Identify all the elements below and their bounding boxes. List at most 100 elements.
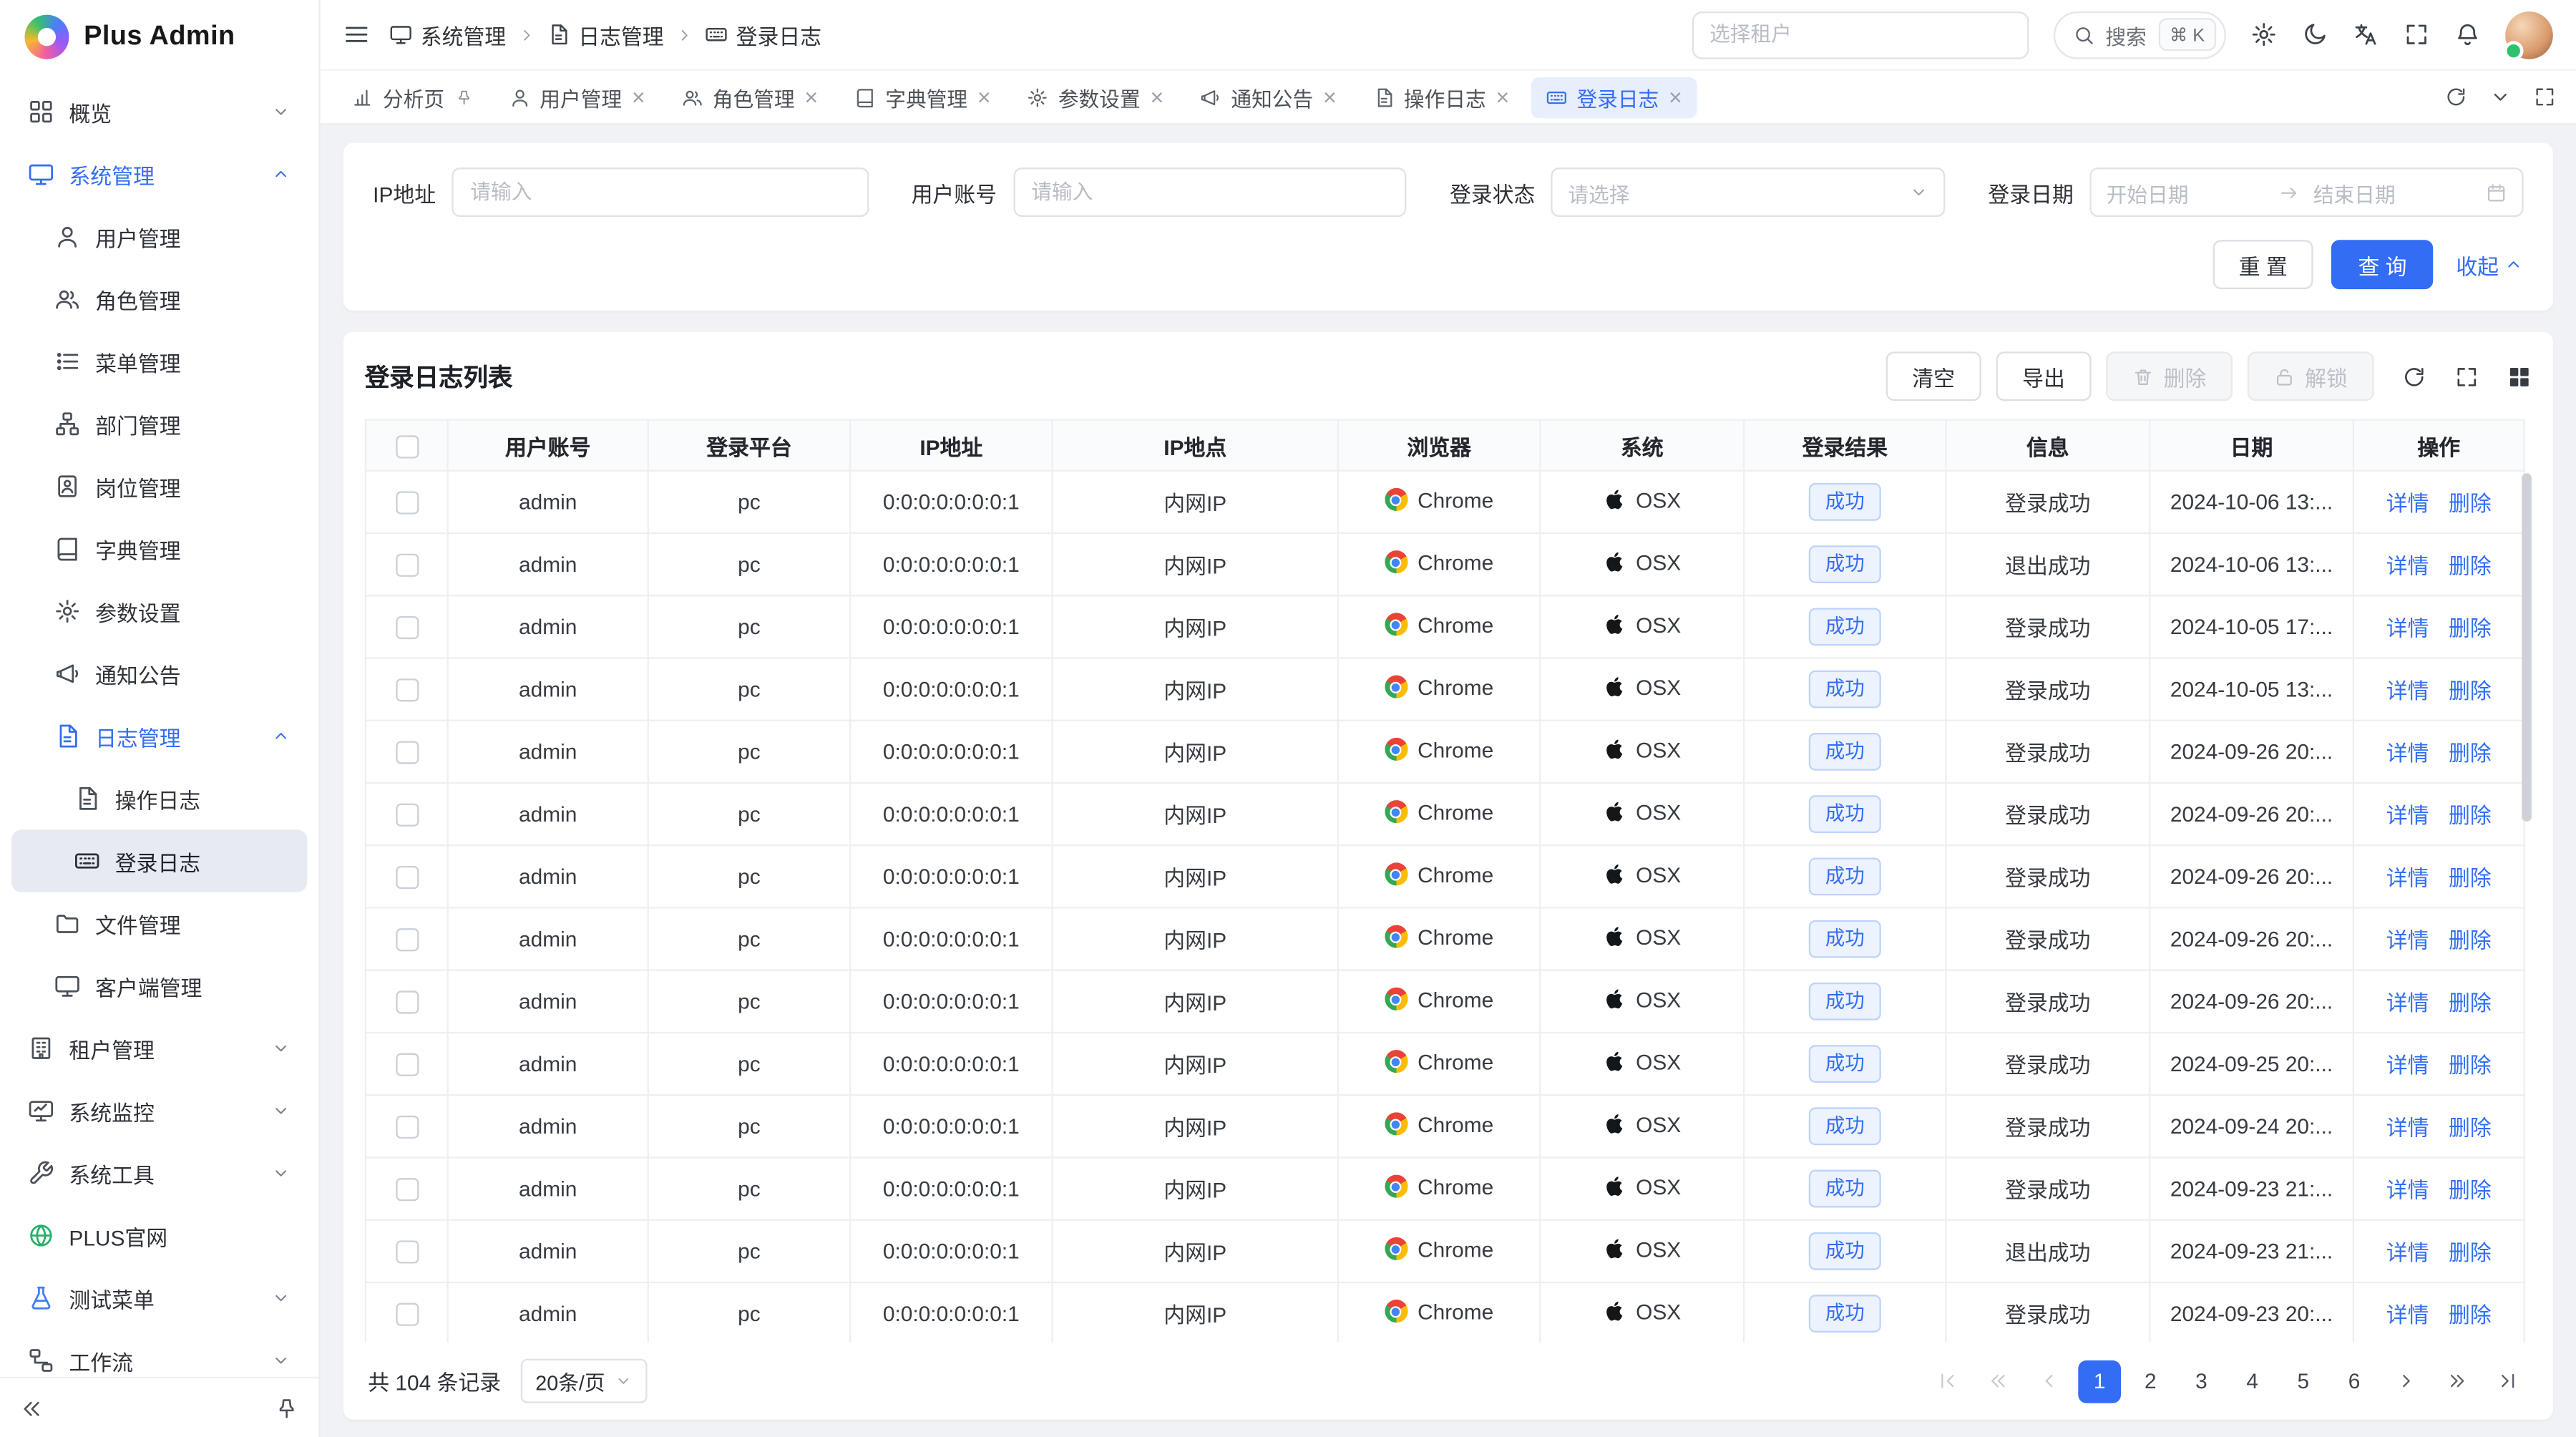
language-icon[interactable] — [2353, 21, 2379, 48]
close-icon[interactable]: × — [1669, 85, 1682, 108]
sidebar-item-param-settings[interactable]: 参数设置 — [11, 580, 307, 642]
row-checkbox[interactable] — [395, 991, 418, 1014]
pin-icon[interactable] — [454, 88, 472, 106]
last-page-icon[interactable] — [2486, 1360, 2529, 1403]
row-checkbox[interactable] — [395, 617, 418, 640]
detail-link[interactable]: 详情 — [2386, 487, 2429, 518]
row-checkbox[interactable] — [395, 741, 418, 764]
page-button[interactable]: 2 — [2129, 1360, 2172, 1403]
tab-user-management[interactable]: 用户管理× — [494, 77, 660, 117]
fullscreen-table-icon[interactable] — [2454, 364, 2479, 389]
detail-link[interactable]: 详情 — [2386, 1111, 2429, 1142]
delete-link[interactable]: 删除 — [2449, 1111, 2492, 1142]
sidebar-item-system-management[interactable]: 系统管理 — [11, 143, 307, 205]
next-5-pages-icon[interactable] — [2435, 1360, 2478, 1403]
close-icon[interactable]: × — [1496, 85, 1510, 108]
delete-link[interactable]: 删除 — [2449, 1048, 2492, 1080]
sidebar-item-menu-management[interactable]: 菜单管理 — [11, 330, 307, 392]
tab-login-log[interactable]: 登录日志× — [1531, 77, 1697, 117]
sidebar-item-file-management[interactable]: 文件管理 — [11, 892, 307, 955]
sidebar-item-system-monitor[interactable]: 系统监控 — [11, 1079, 307, 1141]
refresh-page-icon[interactable] — [2444, 85, 2467, 108]
refresh-table-icon[interactable] — [2402, 364, 2426, 389]
account-input[interactable] — [1013, 167, 1407, 217]
page-button[interactable]: 3 — [2180, 1360, 2223, 1403]
sidebar-item-tenant-management[interactable]: 租户管理 — [11, 1017, 307, 1079]
sidebar-item-post-management[interactable]: 岗位管理 — [11, 455, 307, 517]
unlock-button[interactable]: 解锁 — [2248, 351, 2374, 401]
row-checkbox[interactable] — [395, 1116, 418, 1139]
detail-link[interactable]: 详情 — [2386, 1298, 2429, 1330]
sidebar-item-plus-website[interactable]: PLUS官网 — [11, 1204, 307, 1267]
row-checkbox[interactable] — [395, 1179, 418, 1202]
delete-link[interactable]: 删除 — [2449, 673, 2492, 705]
pin-sidebar-icon[interactable] — [274, 1395, 298, 1420]
column-settings-icon[interactable] — [2507, 364, 2532, 389]
sidebar-item-overview[interactable]: 概览 — [11, 80, 307, 142]
delete-link[interactable]: 删除 — [2449, 736, 2492, 768]
sidebar-item-log-management[interactable]: 日志管理 — [11, 705, 307, 767]
close-icon[interactable]: × — [1323, 85, 1337, 108]
collapse-filters-link[interactable]: 收起 — [2456, 249, 2523, 281]
delete-link[interactable]: 删除 — [2449, 861, 2492, 892]
row-checkbox[interactable] — [395, 554, 418, 577]
detail-link[interactable]: 详情 — [2386, 923, 2429, 955]
row-checkbox[interactable] — [395, 804, 418, 827]
next-page-icon[interactable] — [2384, 1360, 2426, 1403]
sidebar-item-system-tools[interactable]: 系统工具 — [11, 1142, 307, 1204]
fullscreen-icon[interactable] — [2404, 21, 2430, 48]
tenant-select[interactable] — [1692, 11, 2029, 59]
delete-link[interactable]: 删除 — [2449, 1298, 2492, 1330]
tab-menu-icon[interactable] — [2489, 85, 2512, 108]
page-size-select[interactable]: 20条/页 — [521, 1359, 648, 1403]
breadcrumb-item[interactable]: 登录日志 — [705, 19, 821, 50]
status-select[interactable]: 请选择 — [1551, 167, 1945, 217]
detail-link[interactable]: 详情 — [2386, 1236, 2429, 1267]
detail-link[interactable]: 详情 — [2386, 861, 2429, 892]
row-checkbox[interactable] — [395, 1241, 418, 1264]
settings-icon[interactable] — [2250, 21, 2277, 48]
close-icon[interactable]: × — [977, 85, 991, 108]
row-checkbox[interactable] — [395, 929, 418, 952]
tab-analysis[interactable]: 分析页 — [337, 77, 487, 117]
detail-link[interactable]: 详情 — [2386, 799, 2429, 830]
breadcrumb-item[interactable]: 系统管理 — [389, 19, 506, 50]
detail-link[interactable]: 详情 — [2386, 549, 2429, 580]
tab-role-management[interactable]: 角色管理× — [666, 77, 832, 117]
sidebar-item-role-management[interactable]: 角色管理 — [11, 268, 307, 330]
sidebar-item-notice[interactable]: 通知公告 — [11, 643, 307, 705]
sidebar-item-user-management[interactable]: 用户管理 — [11, 205, 307, 268]
detail-link[interactable]: 详情 — [2386, 1048, 2429, 1080]
prev-5-pages-icon[interactable] — [1976, 1360, 2019, 1403]
detail-link[interactable]: 详情 — [2386, 1173, 2429, 1204]
delete-button[interactable]: 删除 — [2106, 351, 2233, 401]
row-checkbox[interactable] — [395, 492, 418, 515]
tab-operation-log[interactable]: 操作日志× — [1358, 77, 1524, 117]
avatar[interactable] — [2505, 11, 2553, 59]
close-icon[interactable]: × — [632, 85, 645, 108]
row-checkbox[interactable] — [395, 1053, 418, 1076]
collapse-sidebar-icon[interactable] — [20, 1395, 44, 1420]
delete-link[interactable]: 删除 — [2449, 611, 2492, 643]
notifications-icon[interactable] — [2454, 21, 2481, 48]
clear-button[interactable]: 清空 — [1886, 351, 1981, 401]
page-button[interactable]: 6 — [2333, 1360, 2376, 1403]
delete-link[interactable]: 删除 — [2449, 549, 2492, 580]
row-checkbox[interactable] — [395, 679, 418, 702]
delete-link[interactable]: 删除 — [2449, 487, 2492, 518]
close-icon[interactable]: × — [804, 85, 818, 108]
sidebar-item-login-log[interactable]: 登录日志 — [11, 829, 307, 892]
sidebar-item-test-menu[interactable]: 测试菜单 — [11, 1267, 307, 1329]
page-button[interactable]: 4 — [2231, 1360, 2274, 1403]
content-fullscreen-icon[interactable] — [2533, 85, 2556, 108]
sidebar-item-dept-management[interactable]: 部门管理 — [11, 393, 307, 455]
detail-link[interactable]: 详情 — [2386, 611, 2429, 643]
sidebar-item-workflow[interactable]: 工作流 — [11, 1329, 307, 1377]
detail-link[interactable]: 详情 — [2386, 736, 2429, 768]
ip-input[interactable] — [452, 167, 869, 217]
date-range-picker[interactable]: 开始日期 结束日期 — [2090, 167, 2524, 217]
row-checkbox[interactable] — [395, 1303, 418, 1326]
logo[interactable]: Plus Admin — [0, 0, 318, 72]
breadcrumb-item[interactable]: 日志管理 — [547, 19, 664, 50]
detail-link[interactable]: 详情 — [2386, 673, 2429, 705]
